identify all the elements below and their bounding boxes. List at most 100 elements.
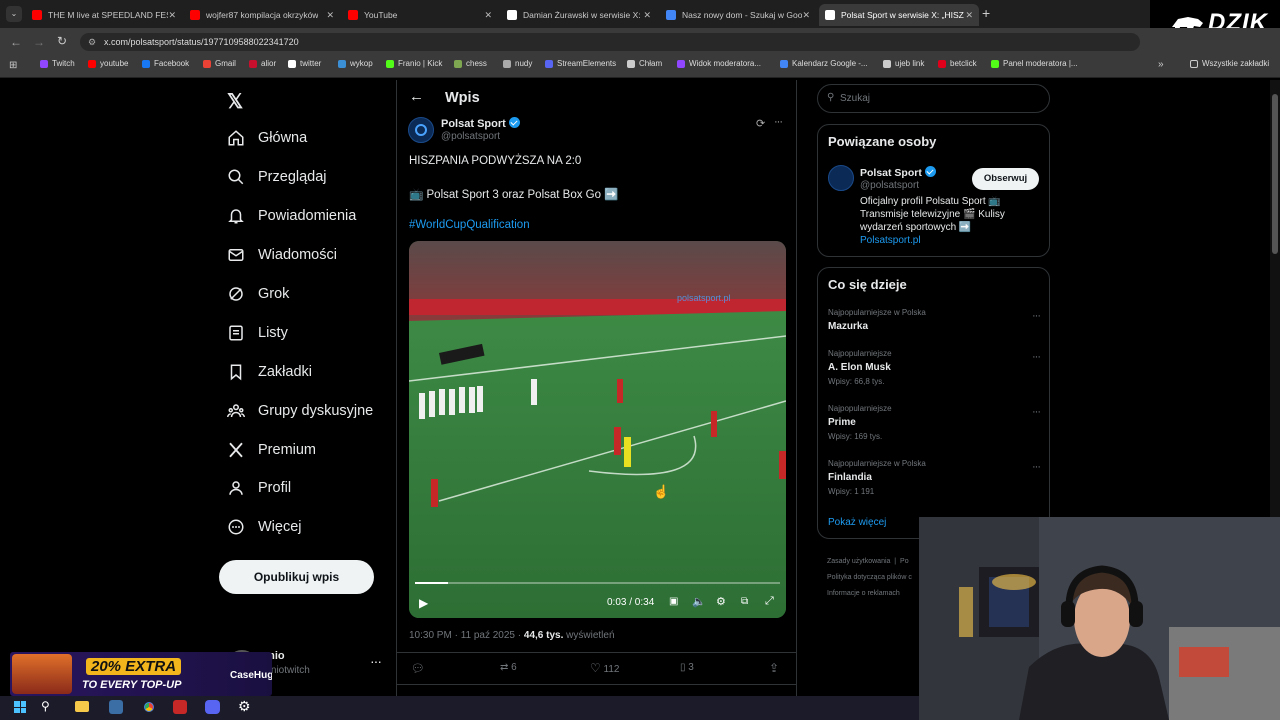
show-more-link[interactable]: Pokaż więcej: [828, 517, 886, 528]
search-box[interactable]: ⚲ Szukaj: [817, 84, 1050, 113]
related-avatar[interactable]: [828, 165, 854, 191]
bookmark-item[interactable]: betclick: [938, 59, 977, 68]
browser-tab[interactable]: Damian Żurawski w serwisie X: ✕: [501, 4, 657, 26]
close-tab-icon[interactable]: ✕: [484, 10, 492, 21]
browser-tab[interactable]: THE M live at SPEEDLAND FEST ✕: [26, 4, 182, 26]
trend-more-icon[interactable]: ···: [1032, 406, 1041, 418]
forward-icon[interactable]: →: [33, 35, 45, 49]
apps-icon[interactable]: ⊞: [9, 60, 17, 71]
settings-icon[interactable]: ⚙: [238, 698, 251, 715]
reply-button[interactable]: 💬︎: [411, 662, 425, 675]
footer-link-cookies[interactable]: Polityka dotycząca plików c: [827, 570, 912, 586]
site-info-icon[interactable]: ⚙: [88, 33, 96, 51]
browser-tab[interactable]: YouTube ✕: [342, 4, 498, 26]
bookmark-item[interactable]: Chłam: [627, 59, 662, 68]
new-tab-button[interactable]: +: [982, 5, 990, 21]
bookmark-item[interactable]: Franio | Kick: [386, 59, 442, 68]
bookmark-item[interactable]: nudy: [503, 59, 532, 68]
bookmark-item[interactable]: Widok moderatora...: [677, 59, 761, 68]
related-name[interactable]: Polsat Sport: [860, 166, 936, 179]
scrollbar-thumb[interactable]: [1272, 94, 1278, 254]
browser-tab[interactable]: wojfer87 kompilacja okrzyków ✕: [184, 4, 340, 26]
x-logo-icon[interactable]: 𝕏: [227, 89, 243, 114]
trend-more-icon[interactable]: ···: [1032, 461, 1041, 473]
author-avatar[interactable]: [408, 117, 434, 143]
bookmark-button[interactable]: ▯ 3: [680, 662, 694, 673]
close-tab-icon[interactable]: ✕: [326, 10, 334, 21]
back-arrow-icon[interactable]: ←: [409, 88, 424, 105]
share-icon[interactable]: ⇪: [769, 661, 779, 675]
post-more-icon[interactable]: ···: [774, 116, 783, 128]
browser-tab[interactable]: Nasz nowy dom - Szukaj w Goo ✕: [660, 4, 816, 26]
author-name[interactable]: Polsat Sport: [441, 117, 520, 130]
trend-more-icon[interactable]: ···: [1032, 310, 1041, 322]
bookmark-item[interactable]: Gmail: [203, 59, 236, 68]
nav-item-przeglądaj[interactable]: Przeglądaj: [226, 167, 327, 187]
nav-item-powiadomienia[interactable]: Powiadomienia: [226, 206, 356, 226]
post-timestamp[interactable]: 10:30 PM · 11 paź 2025 ·: [409, 630, 524, 641]
bookmark-item[interactable]: youtube: [88, 59, 128, 68]
related-handle[interactable]: @polsatsport: [860, 180, 919, 191]
video-progress-track[interactable]: [415, 582, 780, 584]
url-field[interactable]: ⚙ x.com/polsatsport/status/1977109588022…: [80, 33, 1140, 51]
browser-tab[interactable]: Polsat Sport w serwisie X: „HISZ ✕: [819, 4, 979, 26]
discord-icon[interactable]: [205, 700, 220, 714]
bookmark-item[interactable]: Panel moderatora |...: [991, 59, 1078, 68]
app-icon[interactable]: [173, 700, 187, 714]
nav-item-główna[interactable]: Główna: [226, 128, 307, 148]
trend-more-icon[interactable]: ···: [1032, 351, 1041, 363]
bookmarks-overflow-icon[interactable]: »: [1158, 59, 1164, 70]
footer-link-privacy[interactable]: Po: [900, 558, 909, 565]
close-tab-icon[interactable]: ✕: [965, 10, 973, 21]
close-tab-icon[interactable]: ✕: [643, 10, 651, 21]
author-handle[interactable]: @polsatsport: [441, 131, 500, 142]
close-tab-icon[interactable]: ✕: [802, 10, 810, 21]
nav-item-premium[interactable]: Premium: [226, 440, 316, 460]
trend-item[interactable]: Najpopularniejsze w Polska Mazurka ···: [828, 308, 1041, 332]
nav-item-zakładki[interactable]: Zakładki: [226, 362, 312, 382]
bookmark-item[interactable]: StreamElements: [545, 59, 616, 68]
post-button[interactable]: Opublikuj wpis: [219, 560, 374, 594]
reload-icon[interactable]: ↻: [57, 34, 67, 48]
nav-item-grok[interactable]: Grok: [226, 284, 289, 304]
pip-icon[interactable]: ⧉: [741, 596, 748, 607]
app-icon[interactable]: [109, 700, 123, 714]
trend-item[interactable]: Najpopularniejsze w Polska Finlandia Wpisy…: [828, 459, 1041, 496]
follow-button[interactable]: Obserwuj: [972, 168, 1039, 190]
footer-link-ads[interactable]: Informacje o reklamach: [827, 586, 912, 602]
trend-item[interactable]: Najpopularniejsze A. Elon Musk Wpisy: 66,8…: [828, 349, 1041, 386]
bookmark-item[interactable]: chess: [454, 59, 487, 68]
grok-icon[interactable]: ⟳: [756, 117, 765, 130]
nav-item-więcej[interactable]: Więcej: [226, 517, 302, 537]
page-scrollbar[interactable]: [1270, 80, 1280, 517]
file-explorer-icon[interactable]: [75, 701, 89, 712]
tab-search-button[interactable]: ⌄: [6, 6, 22, 22]
close-tab-icon[interactable]: ✕: [168, 10, 176, 21]
play-icon[interactable]: ▶: [419, 596, 428, 610]
trend-item[interactable]: Najpopularniejsze Prime Wpisy: 169 tys. ···: [828, 404, 1041, 441]
nav-item-grupy-dyskusyjne[interactable]: Grupy dyskusyjne: [226, 401, 373, 421]
back-icon[interactable]: ←: [10, 35, 22, 49]
fullscreen-icon[interactable]: ⤢: [765, 595, 774, 608]
related-link[interactable]: Polsatsport.pl: [860, 235, 921, 246]
repost-button[interactable]: ⇄ 6: [500, 662, 517, 673]
bookmark-item[interactable]: Twitch: [40, 59, 75, 68]
more-icon[interactable]: ···: [370, 653, 382, 669]
casehug-ad[interactable]: 20% EXTRA TO EVERY TOP-UP CaseHug: [10, 652, 272, 696]
nav-item-listy[interactable]: Listy: [226, 323, 288, 343]
bookmark-item[interactable]: twitter: [288, 59, 321, 68]
settings-icon[interactable]: ⚙: [716, 595, 726, 608]
volume-icon[interactable]: 🔈: [692, 595, 706, 608]
chrome-icon[interactable]: [141, 699, 157, 715]
start-icon[interactable]: [14, 701, 26, 713]
bookmark-item[interactable]: alior: [249, 59, 276, 68]
nav-item-profil[interactable]: Profil: [226, 478, 291, 498]
footer-link-terms[interactable]: Zasady użytkowania: [827, 558, 890, 565]
bookmark-item[interactable]: ujeb link: [883, 59, 924, 68]
bookmark-item[interactable]: Facebook: [142, 59, 189, 68]
all-bookmarks[interactable]: Wszystkie zakładki: [1190, 59, 1269, 68]
nav-item-wiadomości[interactable]: Wiadomości: [226, 245, 337, 265]
hashtag-link[interactable]: #WorldCupQualification: [409, 219, 530, 231]
captions-icon[interactable]: ▣: [669, 596, 678, 607]
bookmark-item[interactable]: wykop: [338, 59, 373, 68]
